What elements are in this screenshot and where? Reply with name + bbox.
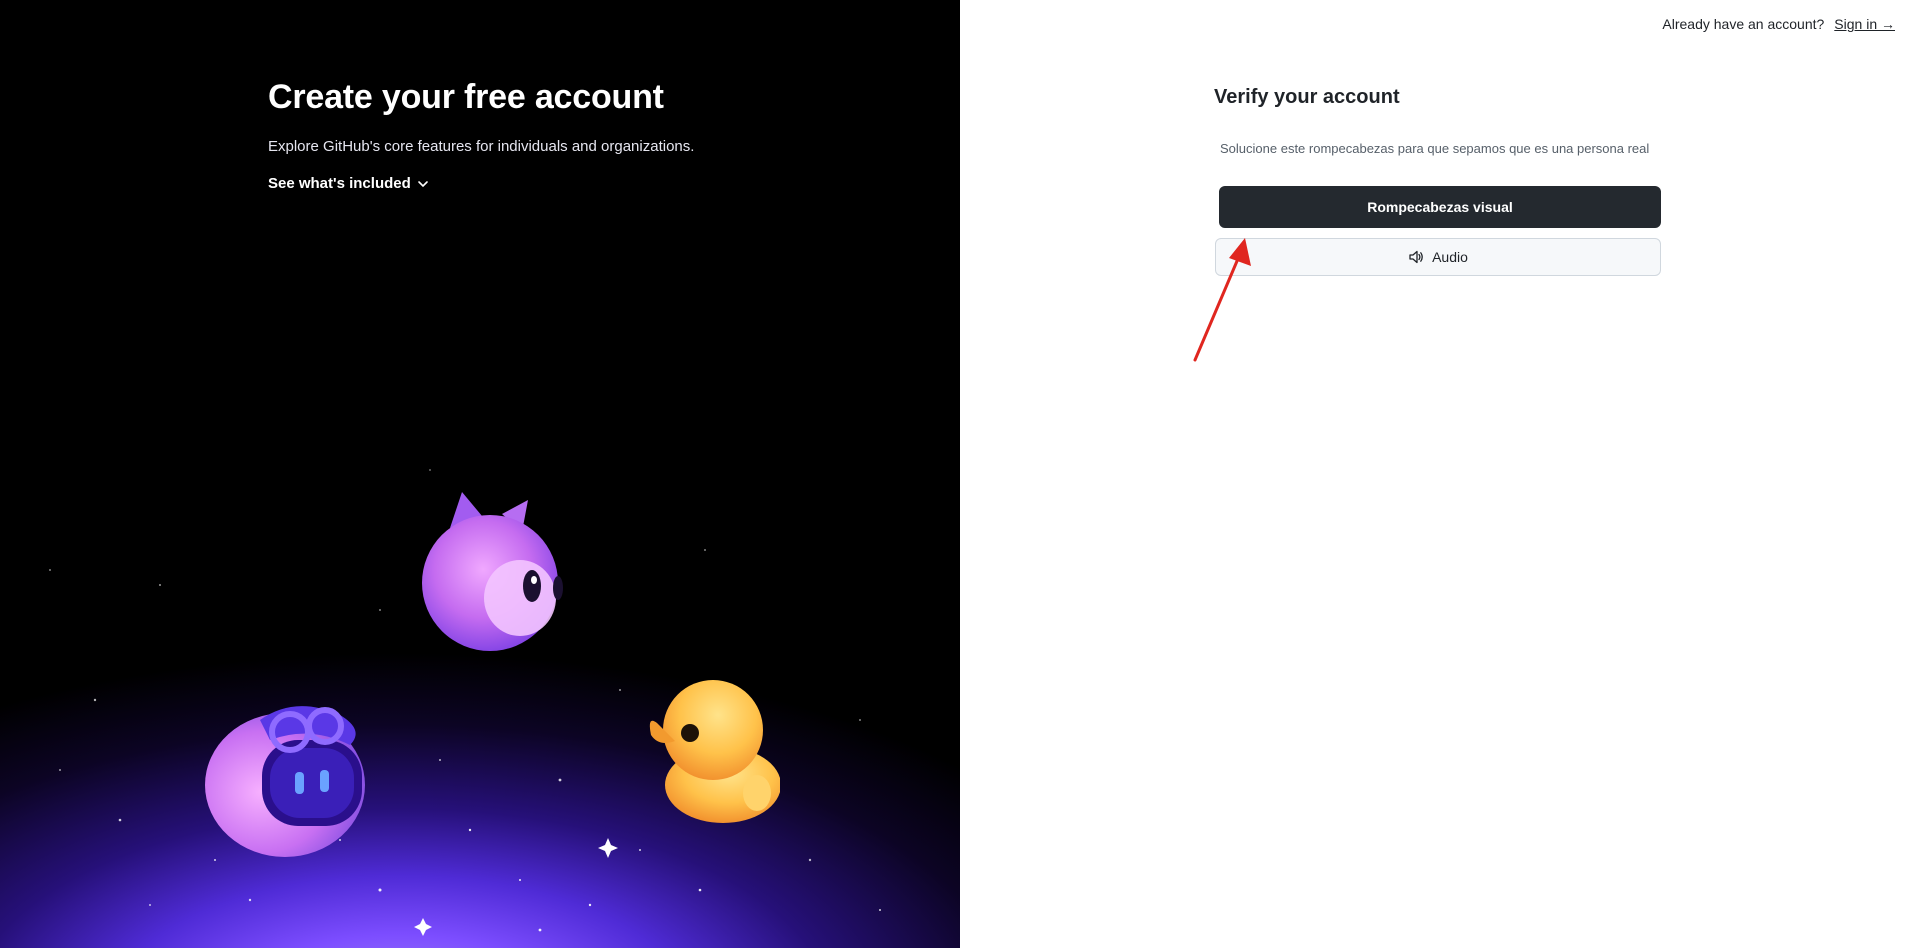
see-whats-included-toggle[interactable]: See what's included: [268, 175, 429, 192]
verify-title: Verify your account: [1214, 86, 1400, 108]
hero-title: Create your free account: [268, 78, 664, 116]
toggle-label: See what's included: [268, 175, 411, 192]
hero-subtitle: Explore GitHub's core features for indiv…: [268, 138, 695, 155]
rubber-duck-mascot: [649, 680, 780, 823]
audio-button[interactable]: Audio: [1215, 238, 1661, 276]
hero-panel: Create your free account Explore GitHub'…: [0, 0, 960, 948]
visual-puzzle-button[interactable]: Rompecabezas visual: [1219, 186, 1661, 228]
mona-cat-mascot: [422, 492, 563, 651]
verify-description: Solucione este rompecabezas para que sep…: [1220, 141, 1650, 156]
already-have-account-text: Already have an account?: [1662, 16, 1825, 32]
signin-prompt: Already have an account? Sign in →: [1662, 16, 1895, 32]
chevron-down-icon: [417, 180, 428, 187]
audio-button-label: Audio: [1432, 249, 1468, 265]
copilot-robot-mascot: [205, 706, 365, 857]
speaker-icon: [1409, 250, 1423, 264]
sign-in-link[interactable]: Sign in →: [1834, 16, 1895, 32]
annotation-arrow-icon: [1193, 238, 1251, 362]
